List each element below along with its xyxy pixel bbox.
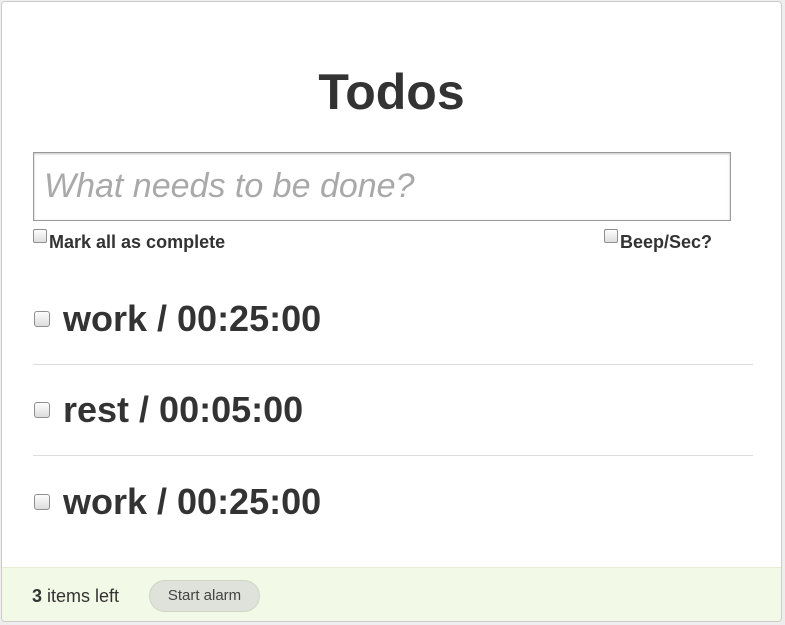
items-left-count: 3 items left	[32, 586, 119, 607]
page-title: Todos	[318, 64, 465, 120]
mark-all-checkbox[interactable]	[33, 229, 47, 243]
todo-text[interactable]: rest / 00:05:00	[63, 390, 303, 430]
beep-per-sec[interactable]: Beep/Sec?	[604, 228, 712, 253]
todo-item: work / 00:25:00	[33, 274, 753, 365]
todo-text[interactable]: work / 00:25:00	[63, 481, 321, 522]
todo-item: rest / 00:05:00	[33, 365, 753, 456]
mark-all-complete[interactable]: Mark all as complete	[33, 228, 225, 253]
beep-label: Beep/Sec?	[620, 232, 713, 252]
todo-list: work / 00:25:00 rest / 00:05:00 work / 0…	[33, 274, 753, 547]
todo-text[interactable]: work / 00:25:00	[63, 299, 321, 339]
todo-checkbox[interactable]	[34, 311, 50, 327]
todo-app: Todos Mark all as complete Beep/Sec? wor…	[1, 1, 782, 622]
items-left-label: items left	[47, 586, 120, 606]
new-todo-input[interactable]	[33, 152, 731, 221]
mark-all-label: Mark all as complete	[49, 232, 226, 252]
todo-checkbox[interactable]	[34, 493, 50, 510]
footer: 3 items left Start alarm	[2, 567, 781, 621]
todo-item: work / 00:25:00	[33, 456, 753, 547]
start-alarm-button[interactable]: Start alarm	[149, 580, 260, 612]
todo-checkbox[interactable]	[34, 402, 50, 418]
beep-checkbox[interactable]	[604, 229, 618, 243]
items-left-number: 3	[32, 586, 43, 606]
